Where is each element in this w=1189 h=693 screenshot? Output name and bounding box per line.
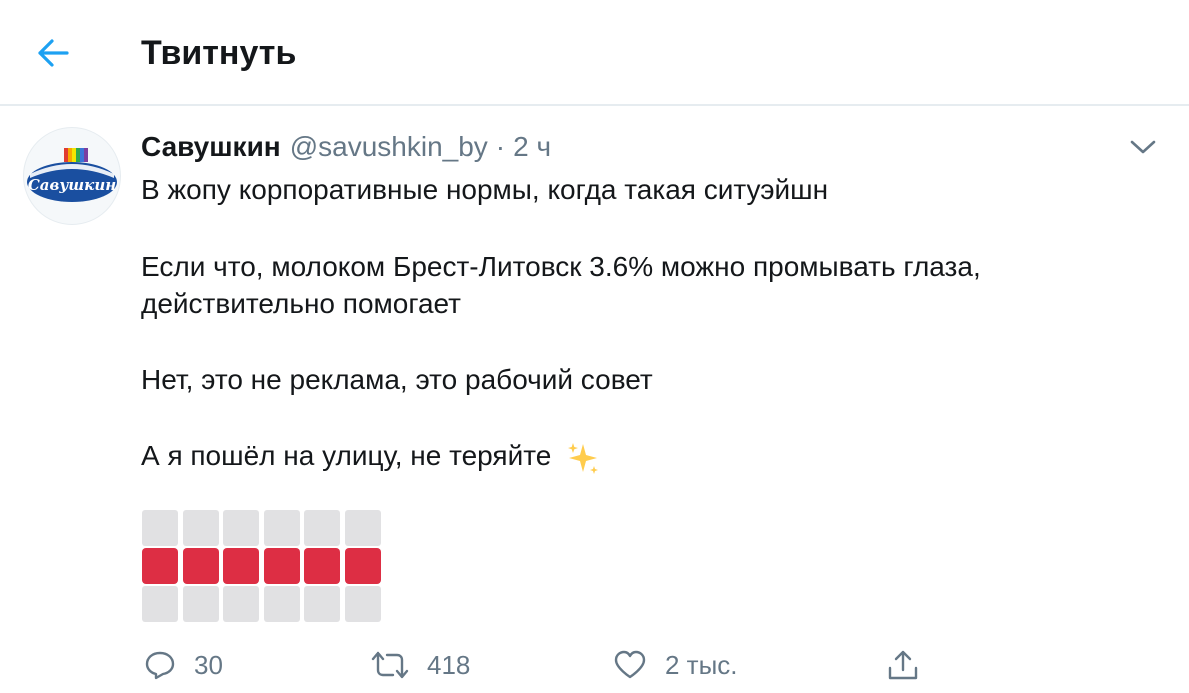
svg-text:Савушкин: Савушкин: [28, 176, 116, 194]
tweet-timestamp[interactable]: 2 ч: [513, 131, 551, 163]
author-name[interactable]: Савушкин: [141, 131, 281, 163]
tweet-text-line-last: А я пошёл на улицу, не теряйте: [141, 437, 601, 476]
emoji-square-gray: [223, 586, 259, 622]
emoji-square-gray: [182, 510, 219, 546]
reply-button[interactable]: 30: [144, 640, 223, 690]
tweet-text-line: Если что, молоком Брест-Литовск 3.6% мож…: [141, 251, 981, 282]
arrow-left-icon: [38, 39, 69, 67]
sparkles-icon: [568, 442, 599, 474]
emoji-square-red: [304, 548, 340, 584]
separator-dot: ·: [495, 131, 506, 162]
emoji-square-grid: [142, 510, 382, 624]
emoji-square-gray: [223, 510, 259, 546]
tweet-text-line-content: А я пошёл на улицу, не теряйте: [141, 440, 552, 471]
like-button[interactable]: 2 тыс.: [613, 640, 738, 690]
emoji-square-red: [344, 548, 381, 584]
emoji-square-gray: [344, 510, 381, 546]
tweet-menu-button[interactable]: [1126, 132, 1160, 162]
emoji-square-gray: [263, 510, 300, 546]
emoji-square-red: [223, 548, 259, 584]
page-header: Твитнуть: [0, 0, 1189, 106]
tweet-header: Савушкин @savushkin_by · 2 ч: [141, 128, 551, 166]
author-handle[interactable]: @savushkin_by: [290, 131, 488, 163]
emoji-square-gray: [142, 510, 178, 546]
emoji-square-gray: [182, 586, 219, 622]
share-button[interactable]: [886, 640, 920, 690]
emoji-square-red: [142, 548, 178, 584]
like-count: 2 тыс.: [665, 649, 738, 680]
share-icon: [888, 650, 918, 680]
emoji-square-red: [263, 548, 300, 584]
retweet-count: 418: [427, 649, 471, 680]
page-title: Твитнуть: [141, 34, 297, 72]
heart-icon: [614, 650, 646, 679]
emoji-square-red: [182, 548, 219, 584]
tweet-action-bar: 30 418 2 тыс.: [0, 640, 1189, 690]
retweet-button[interactable]: 418: [371, 640, 470, 690]
emoji-square-gray: [344, 586, 381, 622]
tweet-text-line: Нет, это не реклама, это рабочий совет: [141, 364, 653, 395]
avatar[interactable]: Савушкин: [23, 127, 121, 225]
back-button[interactable]: [30, 30, 76, 76]
emoji-square-gray: [304, 510, 340, 546]
tweet-text-line: действительно помогает: [141, 288, 461, 319]
tweet-text-line: В жопу корпоративные нормы, когда такая …: [141, 174, 829, 205]
emoji-square-gray: [304, 586, 340, 622]
emoji-square-gray: [263, 586, 300, 622]
reply-icon: [145, 651, 175, 680]
reply-count: 30: [194, 649, 223, 680]
chevron-down-icon: [1130, 140, 1156, 154]
retweet-icon: [371, 651, 409, 679]
emoji-square-gray: [142, 586, 178, 622]
brand-logo: Савушкин: [27, 148, 117, 202]
